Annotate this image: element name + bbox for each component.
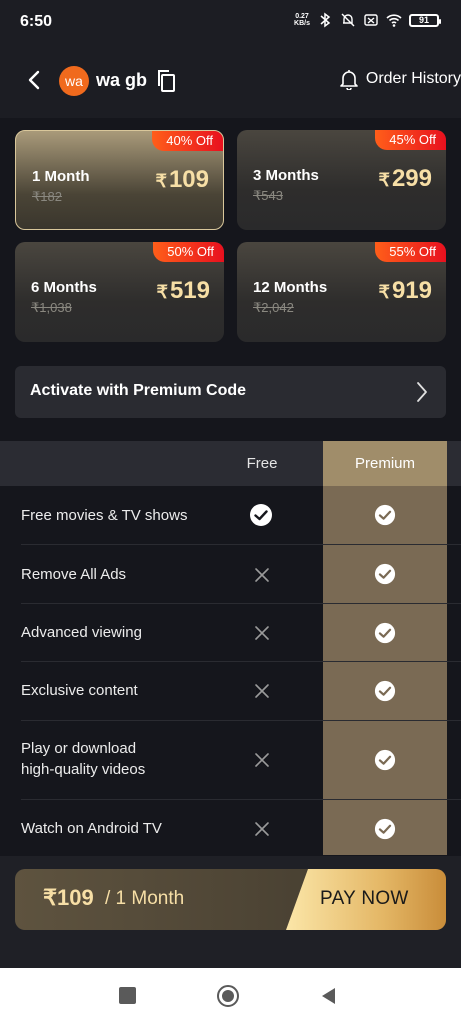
discount-badge: 55% Off: [375, 242, 446, 262]
plan-price: ₹299: [378, 165, 433, 192]
discount-badge: 50% Off: [153, 242, 224, 262]
app-header: wa wa gb Order History: [0, 46, 461, 118]
system-nav-bar: [0, 968, 461, 1024]
cross-icon: [255, 822, 269, 836]
feature-label: Free movies & TV shows: [21, 507, 188, 524]
table-row: Watch on Android TV: [0, 800, 461, 855]
check-circle-icon: [250, 504, 272, 526]
check-circle-icon: [374, 680, 396, 702]
feature-label: Watch on Android TV: [21, 820, 162, 837]
chevron-right-icon: [417, 382, 427, 402]
feature-label: Exclusive content: [21, 682, 138, 699]
plan-price: ₹109: [155, 166, 210, 193]
check-circle-icon: [374, 504, 396, 526]
table-row: Remove All Ads: [0, 545, 461, 604]
status-bar: 6:50 0.27 KB/s 91: [0, 0, 461, 46]
plan-original-price: ₹2,042: [253, 300, 294, 315]
wifi-icon: [386, 14, 402, 27]
plan-card-12-months[interactable]: 55% Off 12 Months ₹2,042 ₹919: [237, 242, 446, 342]
copy-icon[interactable]: [155, 68, 177, 94]
cross-icon: [255, 568, 269, 582]
plan-original-price: ₹182: [32, 189, 62, 204]
order-history-label: Order History: [365, 70, 461, 87]
plan-price: ₹919: [378, 277, 433, 304]
check-circle-icon: [374, 818, 396, 840]
feature-label: Advanced viewing: [21, 624, 142, 641]
cross-icon: [255, 684, 269, 698]
check-circle-icon: [374, 563, 396, 585]
recents-icon[interactable]: [119, 987, 136, 1004]
table-row: Exclusive content: [0, 662, 461, 721]
bluetooth-icon: [320, 12, 331, 28]
back-arrow-icon[interactable]: [22, 68, 46, 92]
feature-label: Remove All Ads: [21, 566, 127, 583]
pay-period: / 1 Month: [105, 888, 185, 909]
bell-icon: [340, 70, 358, 90]
pay-summary: ₹109 / 1 Month PAY NOW: [15, 869, 446, 930]
pay-now-button[interactable]: PAY NOW: [286, 869, 446, 930]
home-icon[interactable]: [216, 984, 240, 1008]
check-circle-icon: [374, 622, 396, 644]
plan-duration: 3 Months: [253, 167, 319, 184]
plan-card-1-month[interactable]: 40% Off 1 Month ₹182 ₹109: [15, 130, 224, 230]
plan-duration: 1 Month: [32, 168, 90, 185]
feature-label: Play or download high-quality videos: [21, 740, 146, 778]
order-history-link[interactable]: Order History: [338, 68, 461, 90]
cross-icon: [255, 626, 269, 640]
premium-column-label: Premium: [354, 455, 415, 472]
username: wa gb: [96, 70, 148, 90]
activate-premium-code-button[interactable]: Activate with Premium Code: [15, 366, 446, 418]
status-time: 6:50: [20, 13, 53, 30]
pay-bar: ₹109 / 1 Month PAY NOW: [0, 856, 461, 968]
free-column-label: Free: [246, 455, 278, 472]
battery-indicator: 91: [409, 13, 441, 27]
no-sim-icon: [364, 14, 378, 26]
comparison-table: Free Premium Free movies & TV shows Remo…: [0, 441, 461, 855]
plan-card-3-months[interactable]: 45% Off 3 Months ₹543 ₹299: [237, 130, 446, 230]
plan-original-price: ₹1,038: [31, 300, 72, 315]
pay-now-label: PAY NOW: [320, 888, 409, 909]
plan-duration: 12 Months: [253, 279, 328, 296]
plan-card-6-months[interactable]: 50% Off 6 Months ₹1,038 ₹519: [15, 242, 224, 342]
plan-original-price: ₹543: [253, 188, 283, 203]
pay-amount: ₹109: [43, 885, 94, 910]
check-circle-icon: [374, 749, 396, 771]
nav-back-icon[interactable]: [319, 986, 339, 1006]
table-row: Play or download high-quality videos: [0, 721, 461, 800]
table-row: Advanced viewing: [0, 604, 461, 662]
bell-muted-icon: [341, 13, 355, 27]
plan-price: ₹519: [156, 277, 211, 304]
table-row: Free movies & TV shows: [0, 486, 461, 545]
premium-code-label: Activate with Premium Code: [30, 382, 247, 399]
network-speed: 0.27 KB/s: [294, 13, 310, 27]
avatar: wa: [59, 66, 89, 96]
cross-icon: [255, 753, 269, 767]
plan-duration: 6 Months: [31, 279, 97, 296]
discount-badge: 45% Off: [375, 130, 446, 150]
discount-badge: 40% Off: [152, 131, 223, 151]
